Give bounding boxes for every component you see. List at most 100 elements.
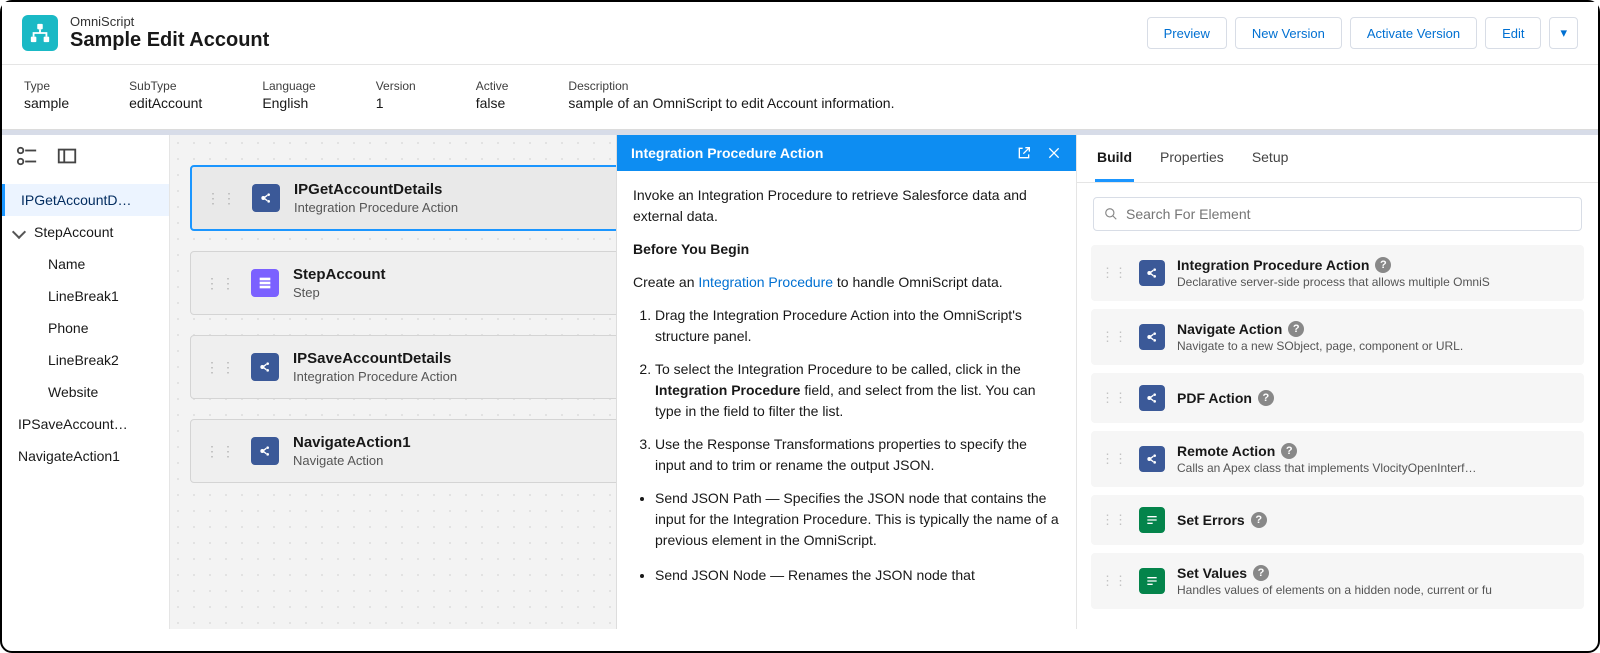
palette-item[interactable]: Set Values ? Handles values of elements … (1091, 553, 1584, 609)
drag-handle-icon[interactable] (205, 275, 237, 292)
search-input[interactable] (1126, 206, 1571, 222)
tree-item[interactable]: NavigateAction1 (2, 440, 169, 472)
element-title: PDF Action ? (1177, 390, 1572, 406)
integration-procedure-link[interactable]: Integration Procedure (698, 274, 833, 290)
drag-handle-icon[interactable] (1101, 573, 1127, 589)
page-title: Sample Edit Account (70, 29, 269, 52)
element-description: Declarative server-side process that all… (1177, 275, 1572, 289)
help-icon[interactable]: ? (1281, 443, 1297, 459)
palette-item[interactable]: Remote Action ? Calls an Apex class that… (1091, 431, 1584, 487)
popout-icon[interactable] (1016, 145, 1032, 161)
tree-item[interactable]: IPGetAccountD… (2, 184, 169, 216)
card-subtitle: Integration Procedure Action (293, 369, 457, 384)
element-title: Set Errors ? (1177, 512, 1572, 528)
card-title: StepAccount (293, 266, 386, 283)
close-icon[interactable] (1046, 145, 1062, 161)
card-subtitle: Navigate Action (293, 453, 411, 468)
help-bullet: Send JSON Node — Renames the JSON node t… (655, 565, 1060, 586)
tree-item[interactable]: LineBreak1 (2, 280, 169, 312)
palette-item[interactable]: Integration Procedure Action ? Declarati… (1091, 245, 1584, 301)
element-type-icon (1139, 324, 1165, 350)
element-title: Navigate Action ? (1177, 321, 1572, 337)
element-description: Calls an Apex class that implements Vloc… (1177, 461, 1572, 475)
help-icon[interactable]: ? (1288, 321, 1304, 337)
meta-subtype-label: SubType (129, 79, 202, 93)
drag-handle-icon[interactable] (1101, 390, 1127, 406)
structure-tree-panel: IPGetAccountD…StepAccountNameLineBreak1P… (2, 135, 170, 629)
drag-handle-icon[interactable] (1101, 512, 1127, 528)
tree-item[interactable]: StepAccount (2, 216, 169, 248)
element-type-icon (1139, 385, 1165, 411)
card-title: IPGetAccountDetails (294, 181, 458, 198)
drag-handle-icon[interactable] (205, 359, 237, 376)
card-subtitle: Step (293, 285, 386, 300)
tree-item[interactable]: IPSaveAccount… (2, 408, 169, 440)
drag-handle-icon[interactable] (1101, 451, 1127, 467)
element-type-icon (1139, 507, 1165, 533)
meta-version-value: 1 (376, 95, 416, 111)
card-title: IPSaveAccountDetails (293, 350, 457, 367)
help-icon[interactable]: ? (1375, 257, 1391, 273)
tab-build[interactable]: Build (1095, 135, 1134, 182)
help-step: Drag the Integration Procedure Action in… (655, 305, 1060, 347)
help-panel: Integration Procedure Action Invoke an I… (616, 135, 1076, 629)
help-body: Invoke an Integration Procedure to retri… (617, 171, 1076, 614)
card-type-icon (252, 184, 280, 212)
help-icon[interactable]: ? (1258, 390, 1274, 406)
app-icon (22, 15, 58, 51)
palette-item[interactable]: PDF Action ? (1091, 373, 1584, 423)
tab-properties[interactable]: Properties (1158, 135, 1226, 182)
tree-view-icon[interactable] (16, 145, 38, 170)
card-title: NavigateAction1 (293, 434, 411, 451)
element-type-icon (1139, 568, 1165, 594)
element-title: Set Values ? (1177, 565, 1572, 581)
element-title: Remote Action ? (1177, 443, 1572, 459)
meta-active-label: Active (476, 79, 509, 93)
help-step: To select the Integration Procedure to b… (655, 359, 1060, 422)
meta-version-label: Version (376, 79, 416, 93)
drag-handle-icon[interactable] (205, 443, 237, 460)
meta-row: Type sample SubType editAccount Language En… (2, 65, 1598, 130)
help-icon[interactable]: ? (1251, 512, 1267, 528)
meta-description-label: Description (568, 79, 894, 93)
tree-item[interactable]: LineBreak2 (2, 344, 169, 376)
chevron-down-icon (14, 224, 28, 240)
tree-item[interactable]: Phone (2, 312, 169, 344)
meta-type-label: Type (24, 79, 69, 93)
canvas[interactable]: IPGetAccountDetails Integration Procedur… (170, 135, 1076, 629)
palette-item[interactable]: Navigate Action ? Navigate to a new SObj… (1091, 309, 1584, 365)
card-type-icon (251, 269, 279, 297)
activate-version-button[interactable]: Activate Version (1350, 17, 1477, 49)
help-icon[interactable]: ? (1253, 565, 1269, 581)
drag-handle-icon[interactable] (206, 190, 238, 207)
meta-language-value: English (262, 95, 315, 111)
preview-button[interactable]: Preview (1147, 17, 1227, 49)
more-actions-dropdown[interactable]: ▾ (1549, 17, 1578, 49)
edit-button[interactable]: Edit (1485, 17, 1541, 49)
tree-item[interactable]: Name (2, 248, 169, 280)
meta-description-value: sample of an OmniScript to edit Account … (568, 95, 894, 111)
element-type-icon (1139, 446, 1165, 472)
help-create-line: Create an Integration Procedure to handl… (633, 272, 1060, 293)
element-title: Integration Procedure Action ? (1177, 257, 1572, 273)
drag-handle-icon[interactable] (1101, 265, 1127, 281)
element-search[interactable] (1093, 197, 1582, 231)
panel-view-icon[interactable] (56, 145, 78, 170)
help-intro: Invoke an Integration Procedure to retri… (633, 185, 1060, 227)
element-type-icon (1139, 260, 1165, 286)
new-version-button[interactable]: New Version (1235, 17, 1342, 49)
tab-setup[interactable]: Setup (1250, 135, 1291, 182)
tree-item[interactable]: Website (2, 376, 169, 408)
search-icon (1104, 207, 1118, 221)
help-panel-title: Integration Procedure Action (631, 145, 1002, 161)
element-description: Navigate to a new SObject, page, compone… (1177, 339, 1572, 353)
card-type-icon (251, 437, 279, 465)
help-before-heading: Before You Begin (633, 241, 749, 257)
right-panel: Build Properties Setup Integration Proce… (1076, 135, 1598, 629)
meta-type-value: sample (24, 95, 69, 111)
palette-item[interactable]: Set Errors ? (1091, 495, 1584, 545)
meta-language-label: Language (262, 79, 315, 93)
meta-subtype-value: editAccount (129, 95, 202, 111)
drag-handle-icon[interactable] (1101, 329, 1127, 345)
help-bullet: Send JSON Path — Specifies the JSON node… (655, 488, 1060, 551)
